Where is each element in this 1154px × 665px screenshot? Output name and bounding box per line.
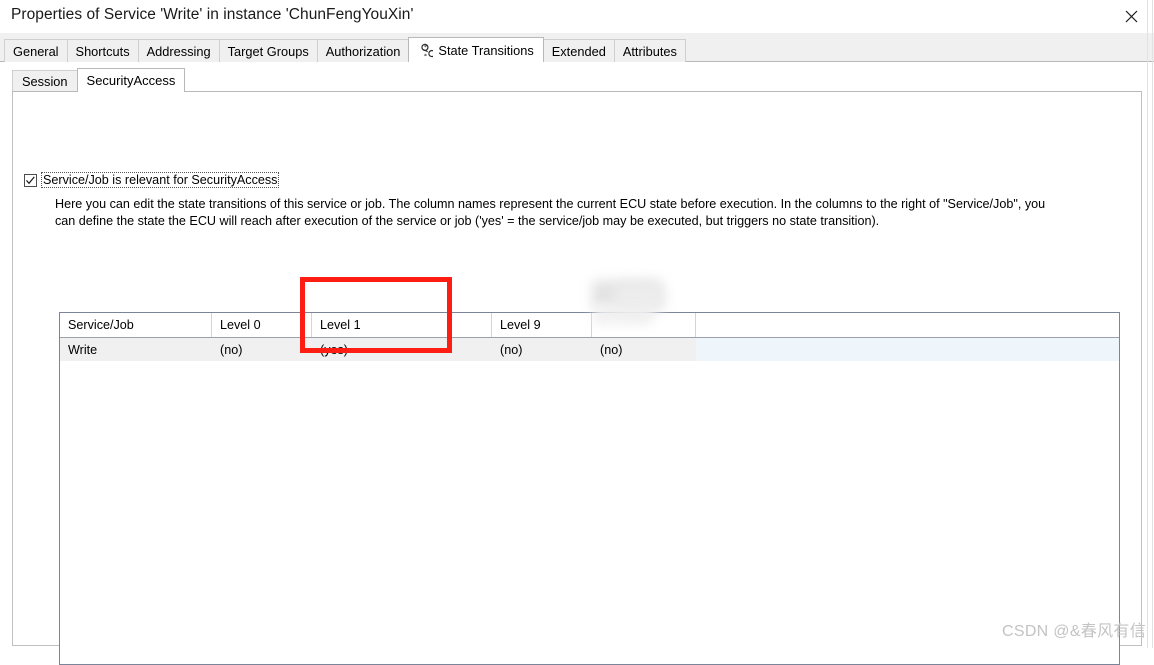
grid-cell-filler	[696, 338, 1119, 361]
grid-header-level-0[interactable]: Level 0	[212, 313, 312, 337]
grid-header-service-job[interactable]: Service/Job	[60, 313, 212, 337]
grid-header-label: Service/Job	[68, 318, 134, 332]
tab-label: Extended	[551, 43, 606, 59]
checkmark-icon	[26, 176, 35, 184]
grid-cell-level-1[interactable]: (yes)	[312, 338, 492, 361]
grid-header-label: Level 0	[220, 318, 261, 332]
grid-header-label: Level 9	[500, 318, 541, 332]
relevant-checkbox-label: Service/Job is relevant for SecurityAcce…	[41, 172, 280, 188]
table-row[interactable]: Write (no) (yes) (no) (no)	[60, 338, 1119, 361]
tab-label: State Transitions	[438, 42, 534, 58]
securityaccess-panel: Service/Job is relevant for SecurityAcce…	[12, 91, 1142, 665]
tab-label: Shortcuts	[75, 43, 130, 59]
grid-header-label: Level 1	[320, 318, 361, 332]
subtab-label: SecurityAccess	[86, 73, 176, 88]
subtab-securityaccess[interactable]: SecurityAccess	[76, 68, 186, 92]
tab-label: Target Groups	[227, 43, 309, 59]
tab-label: General	[13, 43, 59, 59]
tab-content-state-transitions: Session SecurityAccess Service/Job is re…	[0, 62, 1154, 665]
state-transitions-grid[interactable]: Service/Job Level 0 Level 1 Level 9 Writ…	[59, 312, 1120, 665]
tab-authorization[interactable]: Authorization	[316, 39, 410, 62]
grid-header-redacted[interactable]	[592, 313, 696, 337]
grid-empty-area[interactable]	[60, 361, 1119, 664]
main-tab-strip: General Shortcuts Addressing Target Grou…	[0, 33, 1154, 62]
grid-header-level-9[interactable]: Level 9	[492, 313, 592, 337]
tab-general[interactable]: General	[4, 39, 68, 62]
sub-tab-strip: Session SecurityAccess	[12, 68, 186, 92]
main-tabs: General Shortcuts Addressing Target Grou…	[4, 37, 686, 62]
tab-label: Authorization	[325, 43, 401, 59]
grid-header-filler	[696, 313, 1119, 337]
grid-header-row: Service/Job Level 0 Level 1 Level 9	[60, 313, 1119, 338]
grid-cell-value: (yes)	[320, 342, 348, 357]
subtab-session[interactable]: Session	[12, 70, 78, 92]
tab-label: Attributes	[622, 43, 677, 59]
grid-cell-service-job[interactable]: Write	[60, 338, 212, 361]
state-transitions-icon	[421, 43, 434, 57]
tab-addressing[interactable]: Addressing	[137, 39, 220, 62]
description-text: Here you can edit the state transitions …	[55, 197, 1046, 228]
grid-cell-value: (no)	[220, 342, 243, 357]
tab-target-groups[interactable]: Target Groups	[218, 39, 318, 62]
grid-header-level-1[interactable]: Level 1	[312, 313, 492, 337]
tab-shortcuts[interactable]: Shortcuts	[66, 39, 139, 62]
tab-attributes[interactable]: Attributes	[613, 39, 686, 62]
grid-cell-redacted[interactable]: (no)	[592, 338, 696, 361]
relevant-checkbox[interactable]	[24, 173, 37, 187]
grid-cell-level-0[interactable]: (no)	[212, 338, 312, 361]
tab-label: Addressing	[146, 43, 211, 59]
window-title: Properties of Service 'Write' in instanc…	[11, 6, 414, 23]
grid-cell-value: (no)	[600, 342, 623, 357]
tab-state-transitions[interactable]: State Transitions	[408, 37, 544, 62]
watermark: CSDN @&春风有信	[1002, 623, 1146, 640]
title-bar: Properties of Service 'Write' in instanc…	[0, 0, 1154, 33]
subtab-label: Session	[22, 74, 68, 89]
close-icon	[1125, 10, 1137, 23]
grid-cell-level-9[interactable]: (no)	[492, 338, 592, 361]
grid-cell-value: (no)	[500, 342, 523, 357]
tab-extended[interactable]: Extended	[542, 39, 615, 62]
relevant-checkbox-row[interactable]: Service/Job is relevant for SecurityAcce…	[24, 172, 280, 188]
grid-cell-value: Write	[68, 342, 98, 357]
